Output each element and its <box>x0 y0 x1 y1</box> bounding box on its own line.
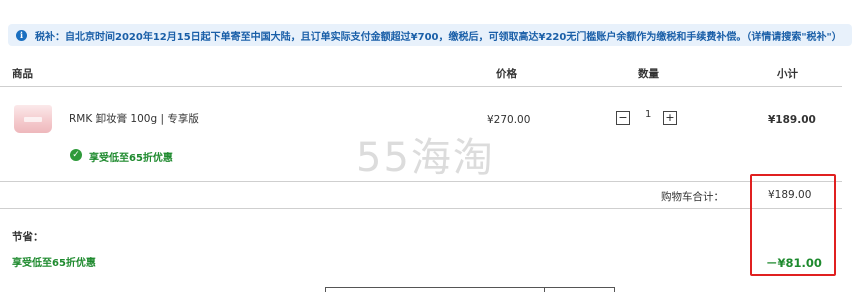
tax-subsidy-notice: i 税补：自北京时间2020年12月15日起下单寄至中国大陆，且订单实际支付金额… <box>8 24 852 46</box>
quantity-increase-button[interactable]: + <box>663 111 677 125</box>
quantity-value[interactable]: 1 <box>645 109 651 120</box>
totals-divider <box>0 208 842 209</box>
header-product: 商品 <box>12 68 33 80</box>
product-promo: 享受低至65折优惠 <box>89 153 173 164</box>
header-quantity: 数量 <box>638 68 659 80</box>
product-thumbnail[interactable] <box>14 105 52 133</box>
quantity-decrease-button[interactable]: − <box>616 111 630 125</box>
header-price: 价格 <box>496 68 517 80</box>
header-subtotal: 小计 <box>777 68 798 80</box>
header-divider <box>0 86 842 87</box>
product-name-link[interactable]: RMK 卸妆膏 100g | 专享版 <box>69 111 199 126</box>
savings-label: 节省： <box>12 231 44 243</box>
highlight-box <box>750 174 836 276</box>
watermark: 55海淘 <box>356 135 495 181</box>
notice-text: 税补：自北京时间2020年12月15日起下单寄至中国大陆，且订单实际支付金额超过… <box>35 31 842 43</box>
item-divider <box>0 181 842 182</box>
savings-promo: 享受低至65折优惠 <box>12 258 96 269</box>
info-icon: i <box>16 29 27 41</box>
cart-total-label: 购物车合计： <box>661 191 724 203</box>
check-circle-icon: ✓ <box>70 149 82 161</box>
item-subtotal: ¥189.00 <box>768 114 816 126</box>
bottom-partial-element[interactable] <box>325 287 615 292</box>
